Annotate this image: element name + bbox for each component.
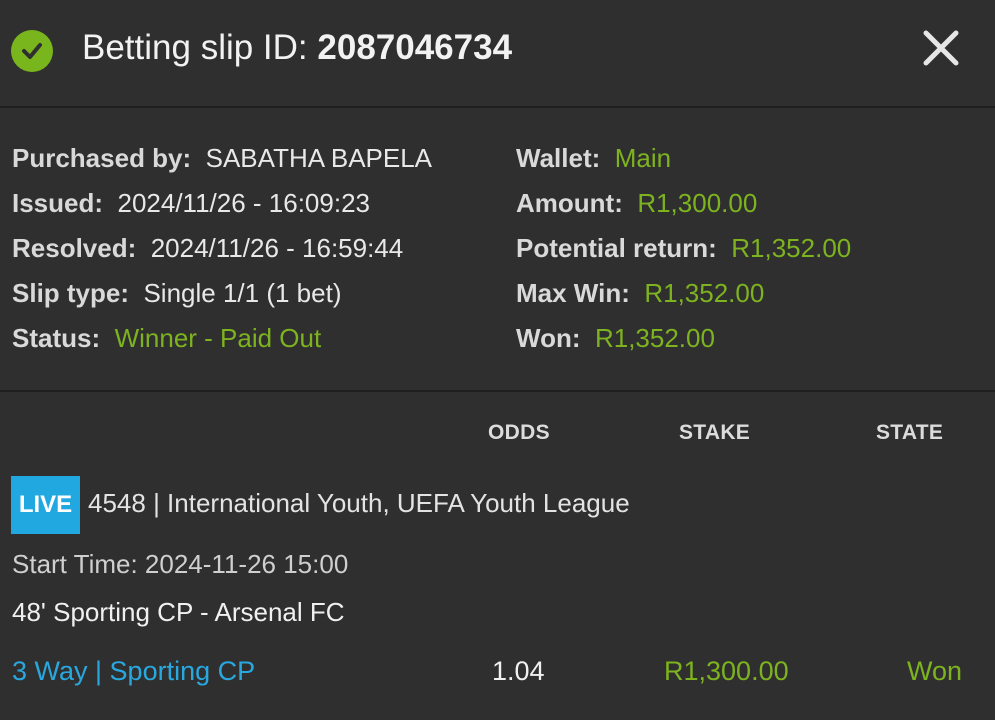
- potential-return-label: Potential return:: [516, 233, 717, 263]
- status-label: Status:: [12, 323, 101, 353]
- won-value: R1,352.00: [594, 323, 715, 353]
- slip-type-row: Slip type: Single 1/1 (1 bet): [12, 278, 341, 309]
- start-time: Start Time: 2024-11-26 15:00: [12, 549, 349, 579]
- max-win-row: Max Win: R1,352.00: [516, 278, 764, 309]
- wallet-row: Wallet: Main: [516, 143, 671, 174]
- resolved-value: 2024/11/26 - 16:59:44: [150, 233, 404, 263]
- issued-value: 2024/11/26 - 16:09:23: [117, 188, 370, 218]
- won-label: Won:: [516, 323, 581, 353]
- bet-odds: 1.04: [492, 656, 545, 686]
- resolved-row: Resolved: 2024/11/26 - 16:59:44: [12, 233, 403, 264]
- purchased-by-value: SABATHA BAPELA: [205, 143, 433, 173]
- purchased-by-row: Purchased by: SABATHA BAPELA: [12, 143, 432, 174]
- amount-label: Amount:: [516, 188, 623, 218]
- bet-stake: R1,300.00: [664, 656, 789, 686]
- slip-type-value: Single 1/1 (1 bet): [143, 278, 342, 308]
- bet-state: Won: [907, 656, 963, 686]
- column-header-state: STATE: [876, 421, 944, 444]
- match-name: 48' Sporting CP - Arsenal FC: [12, 597, 345, 627]
- market-selection: 3 Way | Sporting CP: [12, 656, 255, 687]
- max-win-value: R1,352.00: [644, 278, 765, 308]
- info-divider: [0, 390, 995, 392]
- status-value: Winner - Paid Out: [114, 323, 322, 353]
- live-badge: LIVE: [11, 476, 80, 534]
- issued-row: Issued: 2024/11/26 - 16:09:23: [12, 188, 370, 219]
- issued-label: Issued:: [12, 188, 104, 218]
- page-title: Betting slip ID: 2087046734: [82, 28, 512, 68]
- amount-value: R1,300.00: [637, 188, 758, 218]
- event-league: 4548 | International Youth, UEFA Youth L…: [88, 488, 630, 518]
- header-divider: [0, 106, 995, 108]
- amount-row: Amount: R1,300.00: [516, 188, 757, 219]
- selection-name[interactable]: Sporting CP: [110, 656, 256, 686]
- potential-return-value: R1,352.00: [731, 233, 852, 263]
- check-circle-icon: [11, 30, 53, 72]
- slip-header: Betting slip ID: 2087046734: [0, 0, 995, 106]
- market-type[interactable]: 3 Way |: [12, 656, 102, 686]
- slip-type-label: Slip type:: [12, 278, 130, 308]
- resolved-label: Resolved:: [12, 233, 137, 263]
- status-row: Status: Winner - Paid Out: [12, 323, 321, 354]
- close-icon[interactable]: [921, 28, 961, 68]
- wallet-label: Wallet:: [516, 143, 601, 173]
- wallet-value: Main: [614, 143, 672, 173]
- potential-return-row: Potential return: R1,352.00: [516, 233, 851, 264]
- won-row: Won: R1,352.00: [516, 323, 715, 354]
- slip-id: 2087046734: [317, 28, 513, 67]
- column-header-odds: ODDS: [488, 421, 550, 444]
- title-prefix: Betting slip ID:: [82, 28, 308, 67]
- purchased-by-label: Purchased by:: [12, 143, 192, 173]
- max-win-label: Max Win:: [516, 278, 630, 308]
- column-header-stake: STAKE: [679, 421, 751, 444]
